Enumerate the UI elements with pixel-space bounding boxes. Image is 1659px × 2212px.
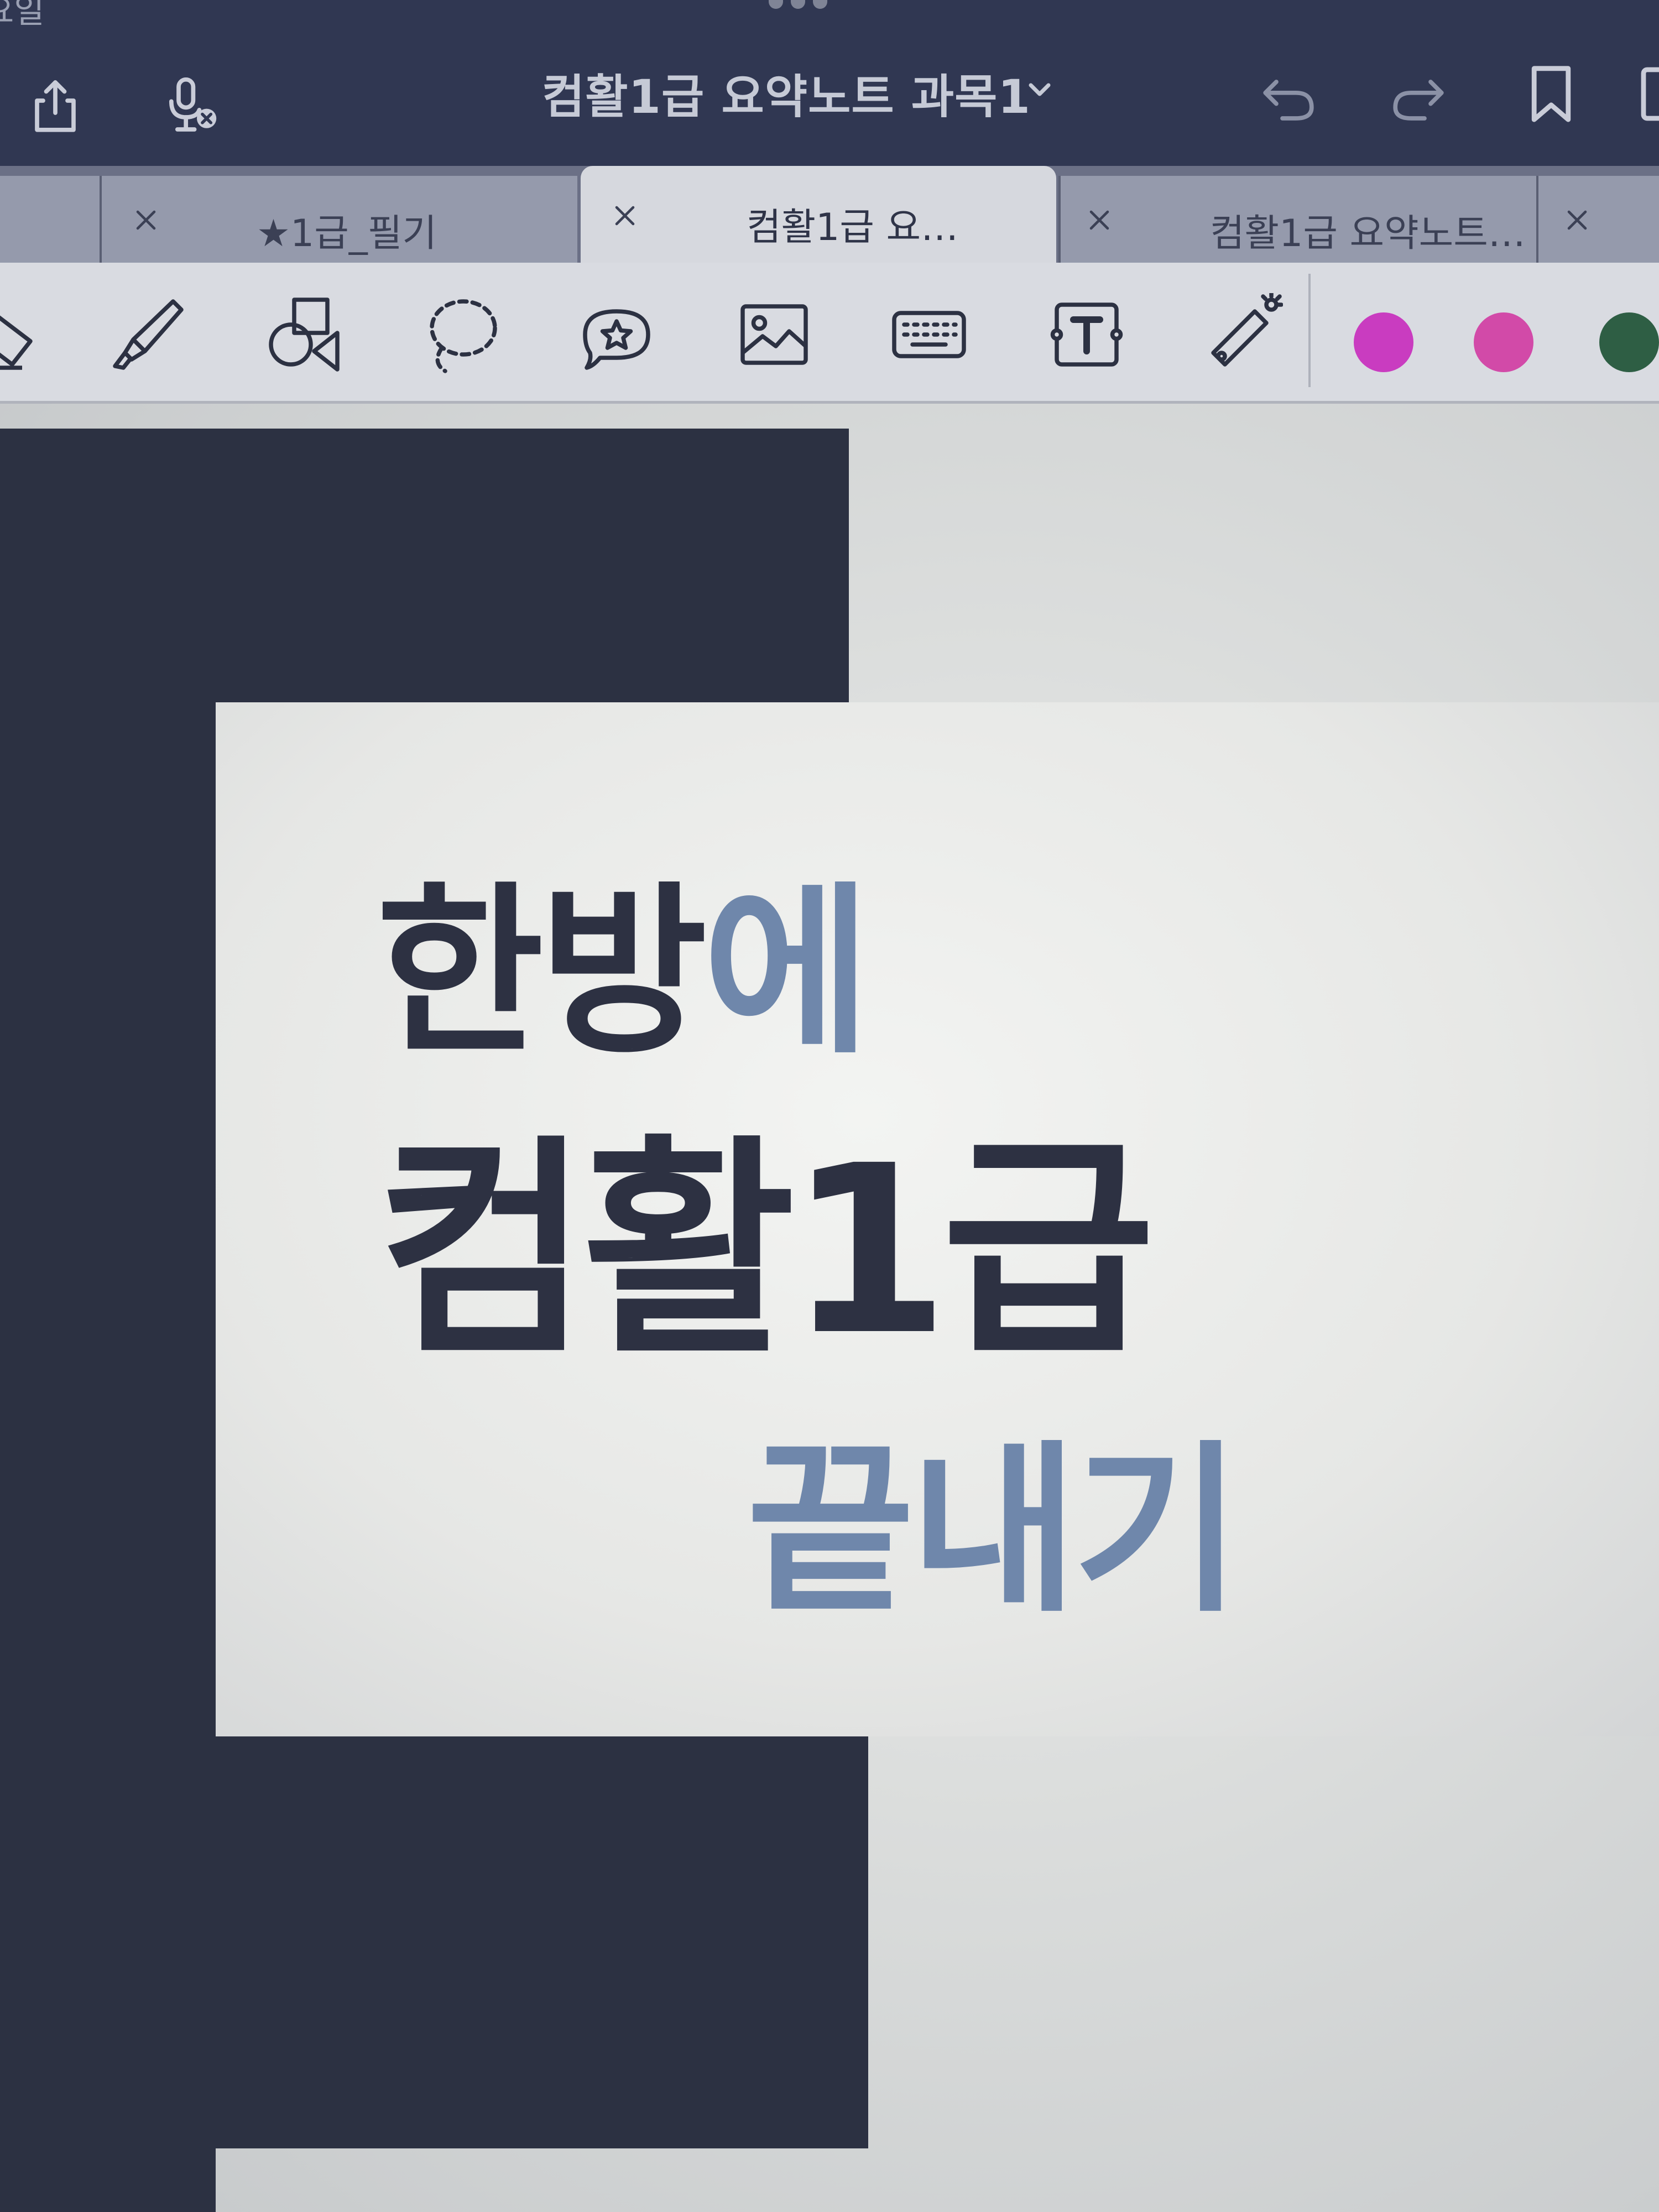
cover-navy-block xyxy=(0,429,849,702)
app-screen: 요일 컴활1급 요약노트 과목1 xyxy=(0,0,1659,2212)
document-page[interactable]: 한방에 컴활1급 끝내기 xyxy=(0,404,1659,2212)
bookmark-icon[interactable] xyxy=(1510,53,1593,135)
tab-label: ★1급_필기 xyxy=(257,212,437,255)
headline-word-dark: 한방 xyxy=(376,866,707,1078)
text-box-icon[interactable] xyxy=(1042,290,1131,379)
more-icon[interactable] xyxy=(1620,53,1659,135)
highlighter-icon[interactable] xyxy=(102,290,191,379)
tab-label: 컴활1급 요약노트… xyxy=(1210,212,1526,255)
cover-headline-line3: 끝내기 xyxy=(747,1425,1241,1637)
keyboard-icon[interactable] xyxy=(885,290,973,379)
cover-headline-line1: 한방에 xyxy=(376,824,871,1088)
undo-icon[interactable] xyxy=(1247,53,1330,135)
status-bar-text: 요일 xyxy=(0,0,45,31)
tab-1급-필기[interactable]: ★1급_필기 xyxy=(100,176,577,263)
tab-컴활1급-요약노트[interactable]: 컴활1급 요약노트… xyxy=(1058,176,1536,263)
microphone-off-icon[interactable] xyxy=(149,64,232,147)
tab-active-document[interactable]: 컴활1급 요… xyxy=(581,166,1614,263)
tab-partial[interactable] xyxy=(0,176,102,263)
color-swatch-magenta[interactable] xyxy=(1354,312,1413,372)
tab-bar: ★1급_필기 컴활1급 요… 컴활1급 요약노트… xyxy=(0,166,1659,263)
cover-headline-line2: 컴활1급 xyxy=(376,1116,1155,1386)
image-icon[interactable] xyxy=(730,290,818,379)
color-swatch-green[interactable] xyxy=(1599,312,1659,372)
close-icon[interactable] xyxy=(1077,198,1121,242)
share-icon[interactable] xyxy=(14,65,97,148)
toolbar-divider xyxy=(1308,274,1311,387)
multitasking-handle[interactable] xyxy=(769,0,827,9)
close-icon[interactable] xyxy=(124,198,168,242)
title-bar: 요일 컴활1급 요약노트 과목1 xyxy=(0,0,1659,166)
cover-navy-block xyxy=(216,1736,868,2148)
cover-navy-left-bar xyxy=(0,702,216,2212)
tab-partial-right[interactable] xyxy=(1536,176,1659,263)
eraser-icon[interactable] xyxy=(0,290,50,379)
close-icon[interactable] xyxy=(603,194,647,238)
close-icon[interactable] xyxy=(1555,198,1599,242)
headline-word-accent: 에 xyxy=(703,866,871,1078)
shapes-icon[interactable] xyxy=(260,290,348,379)
chevron-down-icon[interactable] xyxy=(1023,73,1056,106)
laser-pointer-icon[interactable] xyxy=(1197,290,1286,379)
document-title[interactable]: 컴활1급 요약노트 과목1 xyxy=(542,60,1031,127)
sticker-icon[interactable] xyxy=(572,290,661,379)
lasso-icon[interactable] xyxy=(418,290,506,379)
tab-label: 컴활1급 요… xyxy=(747,206,959,249)
tool-bar xyxy=(0,263,1659,404)
redo-icon[interactable] xyxy=(1377,53,1460,135)
color-swatch-pink[interactable] xyxy=(1474,312,1533,372)
